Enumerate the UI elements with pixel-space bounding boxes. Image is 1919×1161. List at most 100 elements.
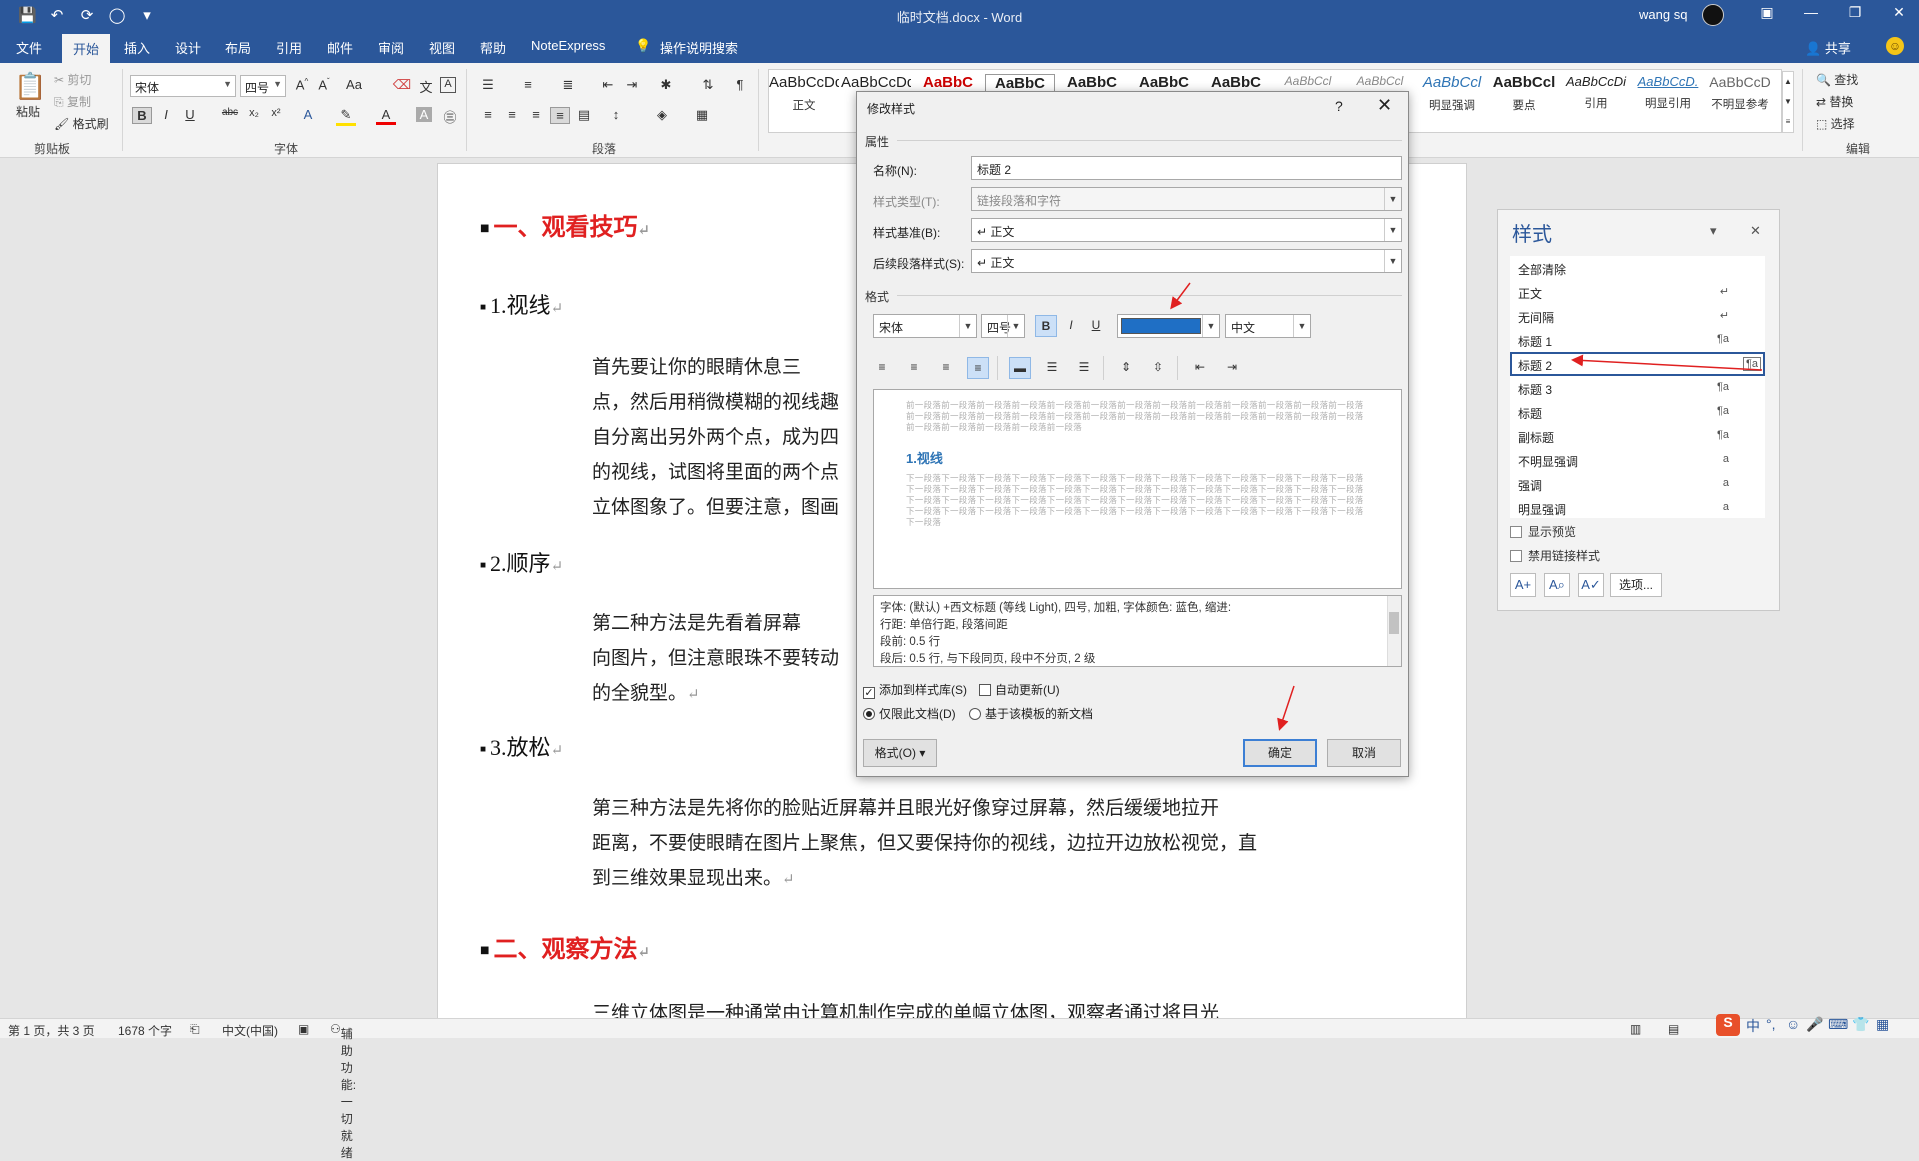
body-line[interactable]: 立体图象了。但要注意，图画 [592, 490, 839, 525]
style-tile[interactable]: AaBbC [913, 74, 983, 91]
style-item-subtle-emphasis[interactable]: 不明显强调 a [1510, 448, 1765, 472]
text-effects-icon[interactable]: A [298, 107, 318, 122]
underline-icon[interactable]: U [180, 107, 200, 122]
italic-icon[interactable]: I [156, 107, 176, 122]
single-spacing-icon[interactable]: ▬ [1009, 357, 1031, 379]
new-docs-template-radio[interactable]: 基于该模板的新文档 [969, 705, 1093, 722]
bullets-icon[interactable]: ☰ [478, 77, 498, 93]
heading-2-order[interactable]: ■ 2.顺序↵ [480, 546, 563, 578]
style-item-heading-1[interactable]: 标题 1 ¶a [1510, 328, 1765, 352]
shading-icon[interactable]: ◈ [652, 107, 672, 123]
tab-layout[interactable]: 布局 [225, 38, 251, 57]
script-select[interactable]: 中文 ▼ [1225, 314, 1311, 338]
tab-review[interactable]: 审阅 [378, 38, 404, 57]
paste-icon[interactable]: 📋 [14, 71, 46, 107]
tab-view[interactable]: 视图 [429, 38, 455, 57]
manage-styles-icon[interactable]: A✓ [1578, 573, 1604, 597]
style-tile-quote[interactable]: AaBbCcDi 引用 [1561, 74, 1631, 111]
share-button[interactable]: 👤 共享 [1805, 38, 1851, 57]
tab-insert[interactable]: 插入 [124, 38, 150, 57]
style-item-clear-all[interactable]: 全部清除 [1510, 256, 1765, 280]
style-inspector-icon[interactable]: A⌕ [1544, 573, 1570, 597]
skin-icon[interactable]: 👕 [1852, 1016, 1869, 1033]
find-button[interactable]: 🔍 查找 [1816, 71, 1858, 88]
numbering-icon[interactable]: ≡ [518, 77, 538, 92]
format-painter-button[interactable]: 🖌 格式刷 [54, 115, 109, 132]
style-tile[interactable]: AaBbC [1129, 74, 1199, 91]
chinese-layout-icon[interactable]: ✱ [656, 77, 676, 93]
toolbox-icon[interactable]: ▦ [1876, 1016, 1889, 1033]
close-icon[interactable]: ✕ [1377, 95, 1392, 116]
language-status[interactable]: 中文(中国) [222, 1022, 278, 1039]
tab-references[interactable]: 引用 [276, 38, 302, 57]
justify-icon[interactable]: ≡ [550, 107, 570, 124]
tab-file[interactable]: 文件 [16, 38, 42, 57]
clear-formatting-icon[interactable]: ⌫ [392, 77, 412, 93]
dialog-font-select[interactable]: 宋体 ▼ [873, 314, 977, 338]
help-icon[interactable]: ? [1335, 98, 1343, 114]
disable-linked-styles-checkbox[interactable]: 禁用链接样式 [1510, 547, 1600, 564]
scrollbar-thumb[interactable] [1389, 612, 1399, 634]
style-tile[interactable]: AaBbC [1057, 74, 1127, 91]
next-paragraph-select[interactable]: ↵ 正文 ▼ [971, 249, 1402, 273]
increase-indent-icon[interactable]: ⇥ [622, 77, 642, 93]
dialog-bold-button[interactable]: B [1035, 315, 1057, 337]
enclose-characters-icon[interactable]: ㊂ [440, 107, 460, 126]
tell-me-search[interactable]: 操作说明搜索 [660, 38, 738, 57]
tab-mailings[interactable]: 邮件 [327, 38, 353, 57]
style-tile-strong[interactable]: AaBbCcl 要点 [1489, 74, 1559, 113]
align-left-icon[interactable]: ≡ [871, 357, 893, 379]
body-line[interactable]: 第三种方法是先将你的脸贴近屏幕并且眼光好像穿过屏幕，然后缓缓地拉开 [592, 791, 1219, 826]
align-center-icon[interactable]: ≡ [502, 107, 522, 122]
font-color-icon[interactable]: A [376, 107, 396, 125]
font-size-combo[interactable]: 四号 ▼ [240, 75, 286, 97]
double-spacing-icon[interactable]: ☰ [1073, 357, 1095, 379]
style-tile[interactable]: AaBbC [1201, 74, 1271, 91]
body-line[interactable]: 到三维效果显现出来。↵ [592, 861, 795, 897]
distributed-icon[interactable]: ▤ [574, 107, 594, 123]
style-tile[interactable]: AaBbCcDd [841, 74, 911, 91]
style-tile-normal[interactable]: AaBbCcDd 正文 [769, 74, 839, 113]
cut-button[interactable]: ✂ 剪切 [54, 71, 91, 88]
style-tile-subtle-reference[interactable]: AaBbCcD 不明显参考 [1705, 74, 1775, 112]
heading-1-a[interactable]: ■ 一、观看技巧↵ [480, 207, 650, 242]
ime-mode-icon[interactable]: 中 [1746, 1016, 1760, 1036]
one-half-spacing-icon[interactable]: ☰ [1041, 357, 1063, 379]
restore-icon[interactable]: ❐ [1833, 4, 1877, 21]
body-line[interactable]: 点，然后用稍微模糊的视线趣 [592, 385, 839, 420]
smiley-feedback-icon[interactable]: ☺ [1886, 37, 1904, 55]
dialog-italic-button[interactable]: I [1060, 315, 1082, 337]
font-color-select[interactable]: ▼ [1117, 314, 1220, 338]
show-preview-checkbox[interactable]: 显示预览 [1510, 523, 1576, 540]
replace-button[interactable]: ⇄ 替换 [1816, 93, 1853, 110]
tab-design[interactable]: 设计 [175, 38, 201, 57]
new-style-icon[interactable]: A+ [1510, 573, 1536, 597]
description-scrollbar[interactable] [1387, 596, 1401, 666]
page-count[interactable]: 第 1 页，共 3 页 [8, 1022, 95, 1039]
style-tile[interactable]: AaBbCcl [1345, 74, 1415, 88]
pane-options-icon[interactable]: ▾ [1710, 223, 1717, 239]
borders-icon[interactable]: ▦ [692, 107, 712, 123]
show-marks-icon[interactable]: ¶ [730, 77, 750, 92]
cancel-button[interactable]: 取消 [1327, 739, 1401, 767]
shrink-font-icon[interactable]: Aˇ [314, 77, 334, 92]
justify-icon[interactable]: ≡ [967, 357, 989, 379]
body-line[interactable]: 的视线，试图将里面的两个点 [592, 455, 839, 490]
heading-2-sightline[interactable]: ■ 1.视线↵ [480, 288, 563, 320]
dialog-underline-button[interactable]: U [1085, 315, 1107, 337]
body-line[interactable]: 自分离出另外两个点，成为四 [592, 420, 839, 455]
style-item-normal[interactable]: 正文 ↵ [1510, 280, 1765, 304]
decrease-spacing-icon[interactable]: ⇳ [1147, 357, 1169, 379]
align-right-icon[interactable]: ≡ [526, 107, 546, 122]
tab-help[interactable]: 帮助 [480, 38, 506, 57]
body-line[interactable]: 向图片，但注意眼珠不要转动 [592, 641, 839, 676]
font-name-combo[interactable]: 宋体 ▼ [130, 75, 236, 97]
based-on-select[interactable]: ↵ 正文 ▼ [971, 218, 1402, 242]
highlight-icon[interactable]: ✎ [336, 107, 356, 126]
user-name[interactable]: wang sq [1639, 7, 1687, 22]
ribbon-display-icon[interactable]: ▣ [1745, 4, 1789, 21]
print-layout-icon[interactable]: ▤ [1668, 1022, 1679, 1036]
style-item-title[interactable]: 标题 ¶a [1510, 400, 1765, 424]
heading-1-b[interactable]: ■ 二、观察方法↵ [480, 929, 650, 964]
character-border-icon[interactable]: A [440, 77, 456, 93]
